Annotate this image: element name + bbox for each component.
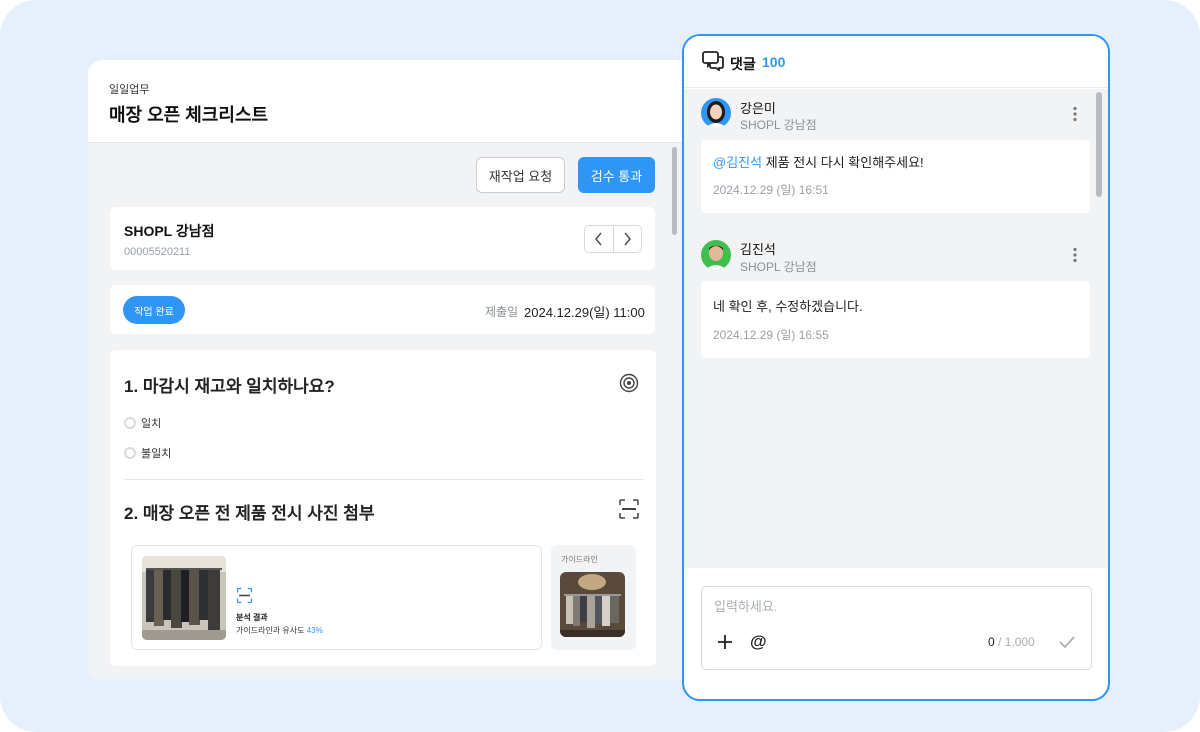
status-badge: 작업 완료: [123, 296, 185, 324]
counter-current: 0: [988, 635, 995, 649]
status-card: 작업 완료 제출일 2024.12.29(일) 11:00: [110, 285, 655, 334]
check-icon[interactable]: [1058, 635, 1076, 649]
option-match[interactable]: 일치: [124, 415, 161, 431]
comment-author-store: SHOPL 강남점: [740, 260, 817, 274]
comment-input-box: @ 0 / 1,000: [701, 586, 1092, 670]
comment-bubble: @김진석 제품 전시 다시 확인해주세요! 2024.12.29 (일) 16:…: [701, 140, 1090, 213]
analysis-text: 가이드라인과 유사도 43%: [236, 625, 323, 636]
option-label: 불일치: [141, 448, 172, 460]
prev-store-button[interactable]: [585, 226, 613, 252]
chevron-left-icon: [594, 232, 602, 246]
comment-text: 네 확인 후, 수정하겠습니다.: [713, 296, 863, 315]
avatar[interactable]: [701, 98, 731, 128]
character-counter: 0 / 1,000: [988, 635, 1035, 649]
at-icon[interactable]: @: [750, 632, 767, 652]
store-card: SHOPL 강남점 00005520211: [110, 207, 655, 270]
rework-request-button[interactable]: 재작업 요청: [476, 157, 565, 193]
comment-title: 댓글: [730, 56, 756, 72]
mention-link[interactable]: @김진석: [713, 155, 762, 170]
guideline-label: 가이드라인: [561, 555, 598, 564]
task-panel: 일일업무 매장 오픈 체크리스트 재작업 요청 검수 통과 SHOPL 강남점 …: [88, 60, 684, 680]
comment-author: 김진석: [740, 242, 776, 257]
task-header: 일일업무 매장 오픈 체크리스트: [88, 60, 684, 143]
comment-icon: [702, 51, 724, 71]
radio-button[interactable]: [124, 417, 136, 429]
option-mismatch[interactable]: 불일치: [124, 445, 171, 461]
target-icon[interactable]: [618, 372, 640, 394]
comment-body: 네 확인 후, 수정하겠습니다.: [713, 299, 863, 314]
guideline-box: 가이드라인: [551, 545, 636, 650]
scan-icon[interactable]: [618, 498, 640, 520]
question-1-title: 1. 마감시 재고와 일치하나요?: [124, 377, 335, 396]
comment-count: 100: [762, 54, 786, 70]
comment-bubble: 네 확인 후, 수정하겠습니다. 2024.12.29 (일) 16:55: [701, 281, 1090, 358]
comment-author-store: SHOPL 강남점: [740, 118, 817, 132]
store-pager: [584, 225, 642, 253]
store-name: SHOPL 강남점: [124, 223, 215, 239]
task-scrollbar[interactable]: [672, 147, 677, 235]
comment-scrollbar[interactable]: [1096, 92, 1102, 197]
more-vertical-icon[interactable]: [1070, 106, 1080, 122]
store-code: 00005520211: [124, 246, 191, 258]
analysis-result-box: 분석 결과 가이드라인과 유사도 43%: [131, 545, 542, 650]
similarity-value: 43%: [306, 626, 323, 635]
comment-input[interactable]: [714, 596, 1074, 616]
radio-button[interactable]: [124, 447, 136, 459]
comment-header: 댓글 100: [684, 36, 1108, 88]
option-label: 일치: [141, 418, 162, 430]
more-vertical-icon[interactable]: [1070, 247, 1080, 263]
chevron-right-icon: [624, 232, 632, 246]
submitted-photo[interactable]: [142, 556, 226, 640]
comment-body: 제품 전시 다시 확인해주세요!: [762, 155, 924, 170]
divider: [124, 479, 643, 480]
question-2-title: 2. 매장 오픈 전 제품 전시 사진 첨부: [124, 504, 375, 523]
inspection-pass-button[interactable]: 검수 통과: [578, 157, 655, 193]
questions-card: 1. 마감시 재고와 일치하나요? 일치 불일치 2. 매장 오픈 전 제품 전…: [110, 350, 656, 666]
comment-author: 강은미: [740, 101, 776, 116]
page-title: 매장 오픈 체크리스트: [109, 105, 269, 125]
next-store-button[interactable]: [612, 226, 641, 252]
counter-max: / 1,000: [994, 635, 1035, 649]
comment-text: @김진석 제품 전시 다시 확인해주세요!: [713, 152, 924, 171]
analysis-title: 분석 결과: [236, 613, 268, 622]
guideline-photo[interactable]: [560, 572, 625, 637]
similarity-label: 가이드라인과 유사도: [236, 626, 305, 635]
avatar[interactable]: [701, 240, 731, 270]
submit-date-label: 제출일: [485, 305, 519, 319]
comment-time: 2024.12.29 (일) 16:51: [713, 183, 829, 197]
task-category: 일일업무: [109, 84, 150, 96]
comment-panel: 댓글 100 강은미 SHOPL 강남점 @김진석 제품 전시 다시 확인해주세…: [682, 34, 1110, 701]
scan-icon: [236, 587, 253, 604]
comment-list: 강은미 SHOPL 강남점 @김진석 제품 전시 다시 확인해주세요! 2024…: [684, 89, 1108, 568]
plus-icon[interactable]: [717, 634, 733, 650]
comment-time: 2024.12.29 (일) 16:55: [713, 328, 829, 342]
submit-date: 2024.12.29(일) 11:00: [524, 305, 645, 320]
